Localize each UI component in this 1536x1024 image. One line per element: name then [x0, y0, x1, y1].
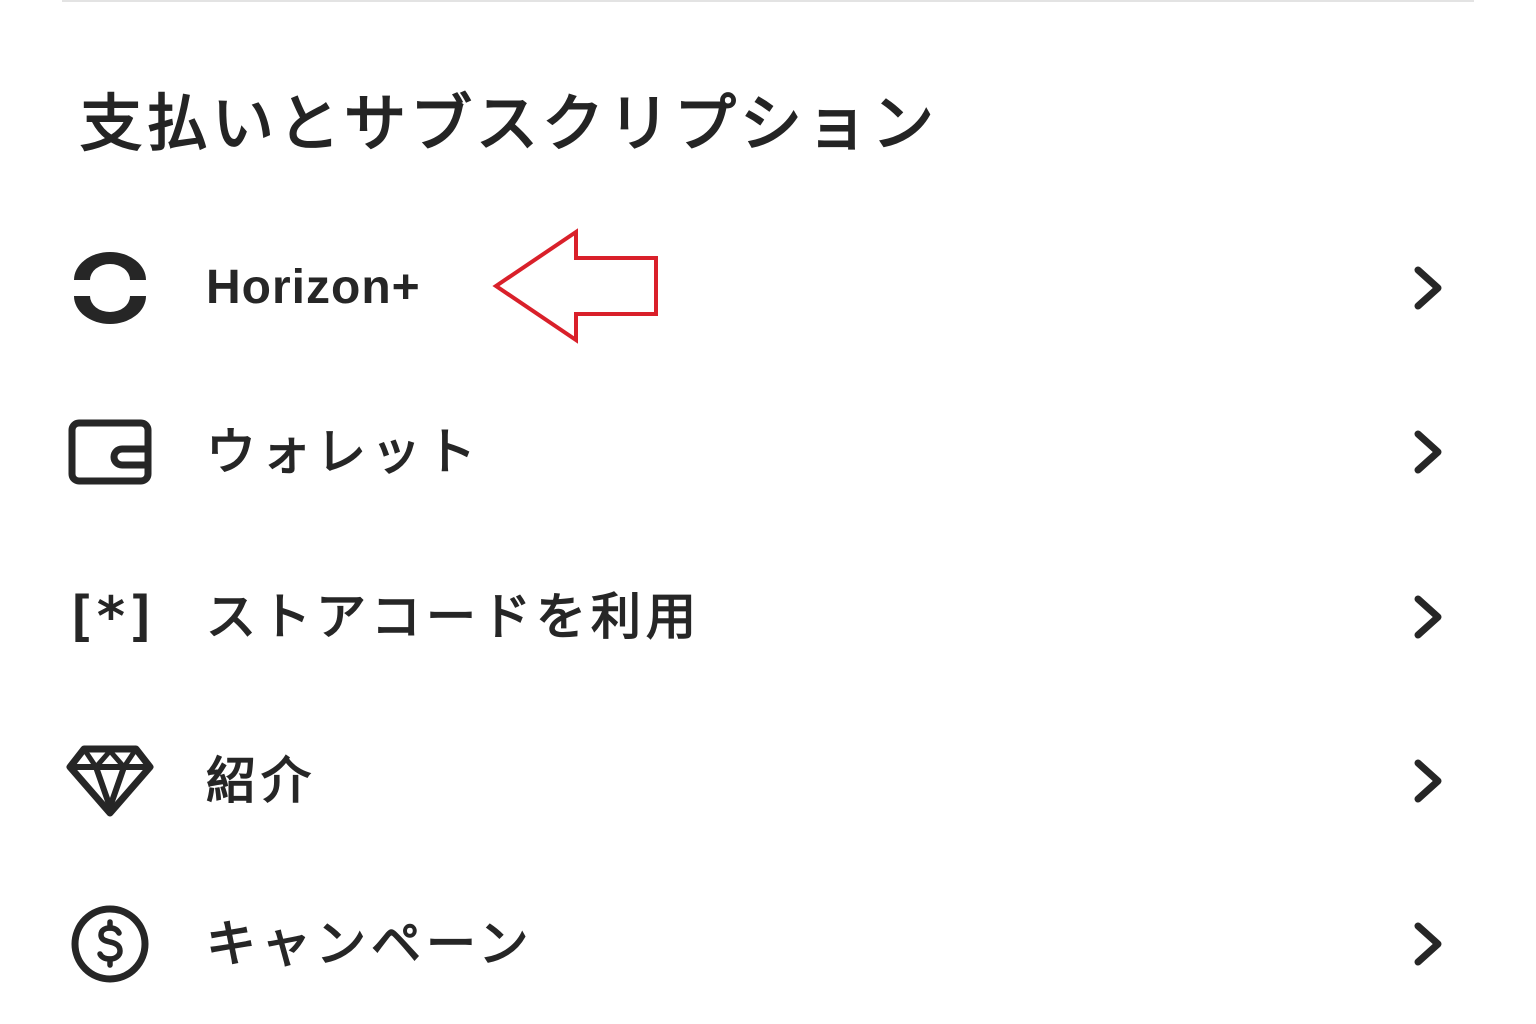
menu-item-label: ストアコードを利用: [206, 588, 701, 646]
menu-item-label: ウォレット: [206, 423, 481, 481]
wallet-icon: [66, 408, 154, 496]
chevron-right-icon: [1406, 426, 1450, 478]
menu-item-referral[interactable]: 紹介: [62, 726, 1474, 836]
dollar-coin-icon: [66, 900, 154, 988]
chevron-right-icon: [1406, 755, 1450, 807]
menu-item-label: Horizon+: [206, 261, 421, 314]
settings-menu: Horizon+ ウォレット [*] ストアコードを利用 紹介 キャンペーン: [0, 0, 1536, 1024]
chevron-right-icon: [1406, 591, 1450, 643]
menu-item-campaign[interactable]: キャンペーン: [62, 889, 1474, 999]
chevron-right-icon: [1406, 262, 1450, 314]
menu-item-horizon-plus[interactable]: Horizon+: [62, 233, 1474, 343]
menu-item-label: キャンペーン: [206, 915, 534, 973]
chevron-right-icon: [1406, 918, 1450, 970]
store-code-icon: [*]: [64, 573, 158, 661]
diamond-icon: [66, 737, 154, 825]
horizon-ring-icon: [66, 244, 154, 332]
store-code-icon-text: [*]: [64, 585, 158, 648]
menu-item-wallet[interactable]: ウォレット: [62, 397, 1474, 507]
menu-item-store-code[interactable]: [*] ストアコードを利用: [62, 562, 1474, 672]
menu-item-label: 紹介: [206, 752, 316, 810]
